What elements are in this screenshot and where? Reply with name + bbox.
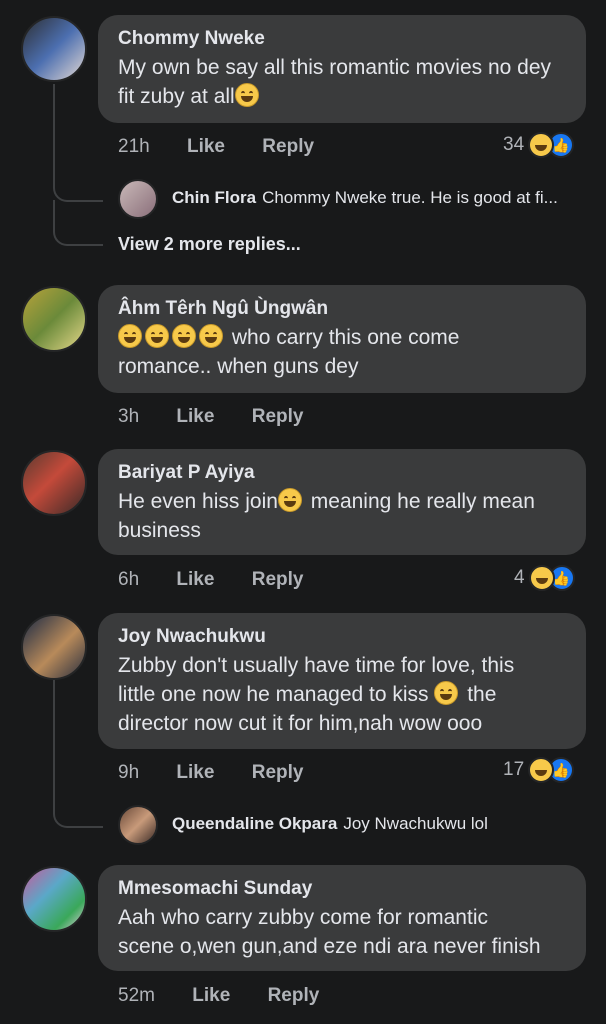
laughing-emoji-icon xyxy=(118,324,142,348)
grin-emoji-icon xyxy=(234,83,259,107)
comment-bubble: Mmesomachi Sunday Aah who carry zubby co… xyxy=(98,865,586,971)
reply-author[interactable]: Chin Flora xyxy=(172,188,256,207)
comment-text: who carry this one come romance.. when g… xyxy=(118,324,460,378)
comment-bubble: Joy Nwachukwu Zubby don't usually have t… xyxy=(98,613,586,749)
comment-text: Zubby don't usually have time for love, … xyxy=(118,654,515,735)
comment-author[interactable]: Mmesomachi Sunday xyxy=(118,877,566,901)
laughing-emoji-icon xyxy=(145,324,169,348)
avatar[interactable] xyxy=(118,805,158,845)
reply-preview[interactable]: Chin Flora Chommy Nweke true. He is good … xyxy=(172,188,592,208)
like-link[interactable]: Like xyxy=(176,569,214,590)
comment-time: 6h xyxy=(118,569,140,590)
comment-bubble: Bariyat P Ayiya He even hiss join meanin… xyxy=(98,449,586,555)
comment-text: My own be say all this romantic movies n… xyxy=(118,56,552,108)
like-link[interactable]: Like xyxy=(176,762,214,783)
thread-line xyxy=(53,680,55,780)
reply-link[interactable]: Reply xyxy=(268,985,320,1006)
kiss-emoji-icon xyxy=(434,681,459,705)
comment-meta: 21h Like Reply xyxy=(118,136,314,158)
reply-preview[interactable]: Queendaline Okpara Joy Nwachukwu lol xyxy=(172,814,592,834)
comment-bubble: Chommy Nweke My own be say all this roma… xyxy=(98,15,586,123)
comment-bubble: Âhm Têrh Ngû Ùngwân who carry this one c… xyxy=(98,285,586,393)
rofl-emoji-icon xyxy=(199,324,223,348)
comment-time: 3h xyxy=(118,406,140,427)
view-more-replies[interactable]: View 2 more replies... xyxy=(118,234,301,255)
avatar[interactable] xyxy=(21,866,87,932)
avatar[interactable] xyxy=(21,16,87,82)
comment-author[interactable]: Âhm Têrh Ngû Ùngwân xyxy=(118,297,566,321)
reply-link[interactable]: Reply xyxy=(262,136,314,157)
reaction-summary[interactable]: 4 👍 xyxy=(514,564,575,592)
reaction-count: 4 xyxy=(514,567,525,588)
reply-author[interactable]: Queendaline Okpara xyxy=(172,814,337,833)
avatar[interactable] xyxy=(21,286,87,352)
reply-link[interactable]: Reply xyxy=(252,406,304,427)
like-link[interactable]: Like xyxy=(192,985,230,1006)
thread-curve xyxy=(53,770,103,828)
comment-meta: 3h Like Reply xyxy=(118,406,303,428)
reply-text: Chommy Nweke true. He is good at fi... xyxy=(262,188,558,207)
avatar[interactable] xyxy=(21,614,87,680)
comment-meta: 52m Like Reply xyxy=(118,985,319,1007)
comment-time: 21h xyxy=(118,136,150,157)
reaction-count: 34 xyxy=(503,134,525,155)
reply-link[interactable]: Reply xyxy=(252,569,304,590)
avatar[interactable] xyxy=(21,450,87,516)
comment-author[interactable]: Bariyat P Ayiya xyxy=(118,461,566,485)
reply-link[interactable]: Reply xyxy=(252,762,304,783)
like-link[interactable]: Like xyxy=(176,406,214,427)
grin-emoji-icon xyxy=(277,488,302,512)
thread-curve xyxy=(53,150,103,202)
comment-time: 52m xyxy=(118,985,155,1006)
avatar[interactable] xyxy=(118,179,158,219)
like-link[interactable]: Like xyxy=(187,136,225,157)
reaction-summary[interactable]: 17 👍 xyxy=(503,756,575,784)
rofl-emoji-icon xyxy=(172,324,196,348)
laughing-emoji-icon xyxy=(528,565,555,591)
comment-meta: 9h Like Reply xyxy=(118,762,303,784)
reply-text: Joy Nwachukwu lol xyxy=(343,814,488,833)
comment-text: He even hiss join meaning he really mean… xyxy=(118,488,535,542)
comment-author[interactable]: Chommy Nweke xyxy=(118,27,566,51)
comment-time: 9h xyxy=(118,762,140,783)
reaction-count: 17 xyxy=(503,759,525,780)
comment-author[interactable]: Joy Nwachukwu xyxy=(118,625,566,649)
comment-meta: 6h Like Reply xyxy=(118,569,303,591)
laughing-emoji-icon xyxy=(528,757,555,783)
reaction-summary[interactable]: 34 👍 xyxy=(503,131,575,159)
comment-text: Aah who carry zubby come for romantic sc… xyxy=(118,906,541,958)
thread-curve xyxy=(53,200,103,246)
laughing-emoji-icon xyxy=(528,132,555,158)
